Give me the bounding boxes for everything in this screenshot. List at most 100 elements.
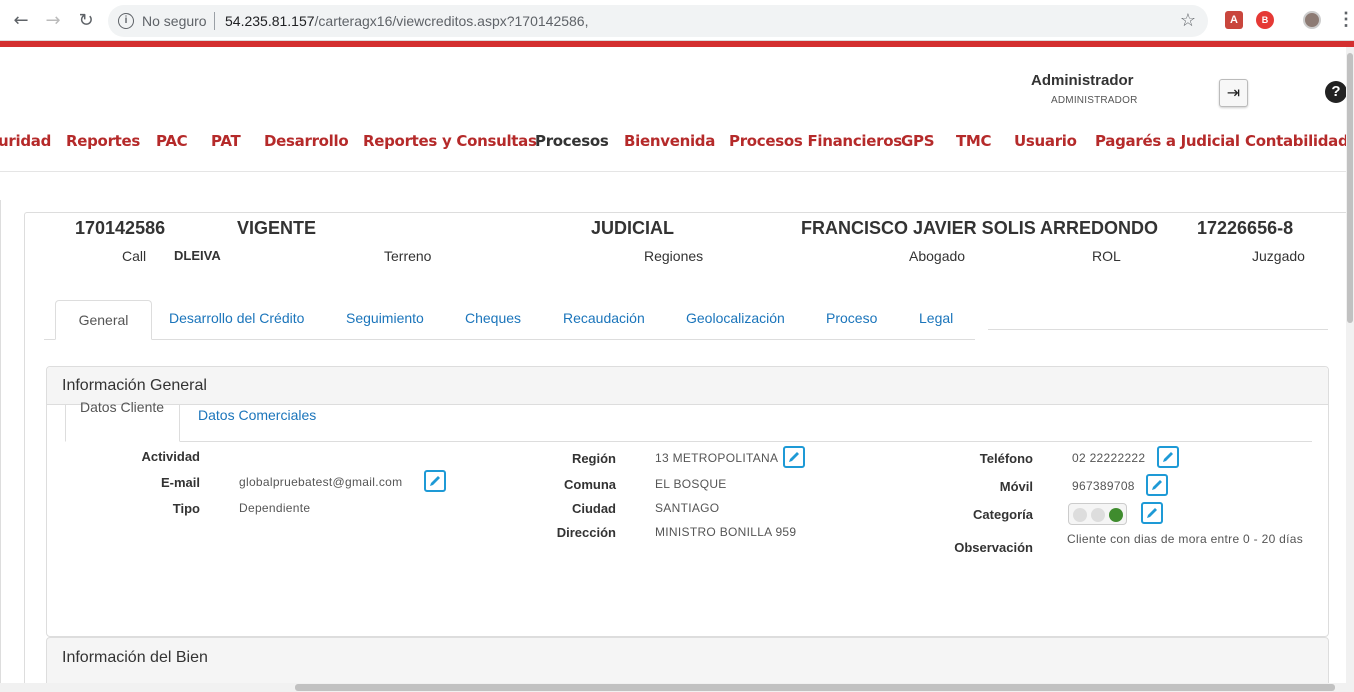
subtab-datos-cliente[interactable]: Datos Cliente (65, 399, 180, 442)
forward-arrow-icon[interactable]: → (42, 10, 64, 32)
menu-item-contabilidad[interactable]: Contabilidad (1245, 132, 1349, 150)
tab-proceso[interactable]: Proceso (826, 310, 877, 326)
menu-item-gps[interactable]: GPS (901, 132, 935, 150)
tab-desarrollo-credito[interactable]: Desarrollo del Crédito (169, 310, 304, 326)
edit-email-button[interactable] (424, 470, 446, 492)
menu-item-pagares-judicial[interactable]: Pagarés a Judicial (1095, 132, 1240, 150)
user-role: ADMINISTRADOR (1051, 95, 1138, 106)
client-name: FRANCISCO JAVIER SOLIS ARREDONDO (801, 218, 1159, 238)
credit-number: 170142586 (75, 218, 166, 238)
categoria-traffic-light (1068, 503, 1127, 525)
call-value: DLEIVA (174, 248, 221, 263)
main-menu: uridad Reportes PAC PAT Desarrollo Repor… (0, 132, 1349, 154)
browser-toolbar: ← → ↻ i No seguro 54.235.81.157/carterag… (0, 0, 1354, 41)
pdf-extension-icon[interactable]: A (1225, 11, 1243, 29)
light-green (1109, 508, 1123, 522)
pencil-icon (789, 452, 799, 462)
bookmark-star-icon[interactable]: ☆ (1180, 10, 1196, 31)
brand-bar (0, 41, 1354, 47)
menu-item-bienvenida[interactable]: Bienvenida (624, 132, 715, 150)
horizontal-scroll-thumb[interactable] (295, 684, 1335, 691)
tipo-value: Dependiente (239, 501, 311, 515)
tab-seguimiento[interactable]: Seguimiento (346, 310, 424, 326)
logout-button[interactable]: ⇥ (1219, 79, 1248, 107)
call-label: Call (122, 248, 147, 264)
tab-cheques[interactable]: Cheques (465, 310, 521, 326)
rol-label: ROL (1092, 248, 1121, 264)
terreno-label: Terreno (384, 248, 432, 264)
comuna-value: EL BOSQUE (655, 477, 727, 491)
profile-avatar[interactable] (1303, 11, 1321, 29)
tabs-divider (44, 339, 975, 340)
pencil-icon (1163, 452, 1173, 462)
credit-stage: JUDICIAL (591, 218, 675, 238)
telefono-value: 02 22222222 (1072, 451, 1146, 465)
menu-item-procesos[interactable]: Procesos (535, 132, 609, 150)
browser-menu-icon[interactable]: ⋮ (1337, 9, 1354, 30)
address-bar[interactable]: i No seguro 54.235.81.157/carteragx16/vi… (108, 5, 1208, 37)
edit-region-button[interactable] (783, 446, 805, 468)
menu-item-reportes-consultas[interactable]: Reportes y Consultas (363, 132, 537, 150)
direccion-value: MINISTRO BONILLA 959 (655, 525, 797, 539)
info-bien-title: Información del Bien (62, 649, 208, 666)
credit-status: VIGENTE (237, 218, 317, 238)
categoria-label: Categoría (973, 507, 1033, 522)
email-label: E-mail (160, 475, 200, 490)
reload-icon[interactable]: ↻ (75, 10, 97, 32)
vertical-scrollbar[interactable] (1346, 47, 1354, 683)
light-red (1073, 508, 1087, 522)
security-status[interactable]: No seguro (142, 13, 207, 29)
regiones-label: Regiones (644, 248, 704, 264)
tab-general[interactable]: General (55, 300, 152, 340)
menu-item-tmc[interactable]: TMC (956, 132, 992, 150)
edit-categoria-button[interactable] (1141, 502, 1163, 524)
info-icon[interactable]: i (118, 13, 134, 29)
url-path: /carteragx16/viewcreditos.aspx?170142586… (314, 13, 589, 29)
telefono-label: Teléfono (979, 451, 1033, 466)
tab-legal[interactable]: Legal (919, 310, 953, 326)
edit-movil-button[interactable] (1146, 474, 1168, 496)
help-icon[interactable]: ? (1325, 81, 1347, 103)
subtab-datos-comerciales[interactable]: Datos Comerciales (198, 407, 316, 423)
movil-value: 967389708 (1072, 479, 1135, 493)
abogado-label: Abogado (909, 248, 966, 264)
menu-item-seguridad[interactable]: uridad (0, 132, 51, 150)
comuna-label: Comuna (564, 477, 616, 492)
logout-icon: ⇥ (1226, 83, 1241, 102)
juzgado-label: Juzgado (1252, 248, 1305, 264)
subtab-datos-cliente-label: Datos Cliente (80, 399, 165, 415)
menu-item-desarrollo[interactable]: Desarrollo (264, 132, 349, 150)
light-yellow (1091, 508, 1105, 522)
menu-item-reportes[interactable]: Reportes (66, 132, 140, 150)
movil-label: Móvil (999, 479, 1033, 494)
vertical-scroll-thumb[interactable] (1347, 53, 1353, 323)
pencil-icon (1152, 480, 1162, 490)
ciudad-label: Ciudad (571, 501, 616, 516)
red-extension-icon[interactable]: B (1256, 11, 1274, 29)
observacion-value: Cliente con dias de mora entre 0 - 20 dí… (1067, 532, 1304, 546)
actividad-label: Actividad (141, 449, 200, 464)
menu-item-procesos-financieros[interactable]: Procesos Financieros (729, 132, 902, 150)
client-rut: 17226656-8 (1197, 218, 1294, 238)
info-general-title: Información General (62, 377, 207, 394)
menu-item-pat[interactable]: PAT (211, 132, 241, 150)
tipo-label: Tipo (172, 501, 200, 516)
user-name: Administrador (1031, 72, 1134, 89)
tab-recaudacion[interactable]: Recaudación (563, 310, 645, 326)
subtabs-divider (180, 441, 1312, 442)
url-text[interactable]: 54.235.81.157/carteragx16/viewcreditos.a… (225, 13, 588, 29)
horizontal-scrollbar[interactable] (0, 683, 1354, 692)
region-label: Región (571, 451, 616, 466)
menu-divider (0, 171, 1346, 172)
menu-item-pac[interactable]: PAC (156, 132, 188, 150)
tabs-divider-right (988, 329, 1328, 330)
edit-telefono-button[interactable] (1157, 446, 1179, 468)
left-border (0, 200, 1, 690)
menu-item-usuario[interactable]: Usuario (1014, 132, 1077, 150)
info-general-header: Información General (47, 367, 1328, 405)
tab-geolocalizacion[interactable]: Geolocalización (686, 310, 785, 326)
url-host: 54.235.81.157 (225, 13, 315, 29)
pencil-icon (430, 476, 440, 486)
back-arrow-icon[interactable]: ← (10, 10, 32, 32)
divider (214, 12, 215, 30)
